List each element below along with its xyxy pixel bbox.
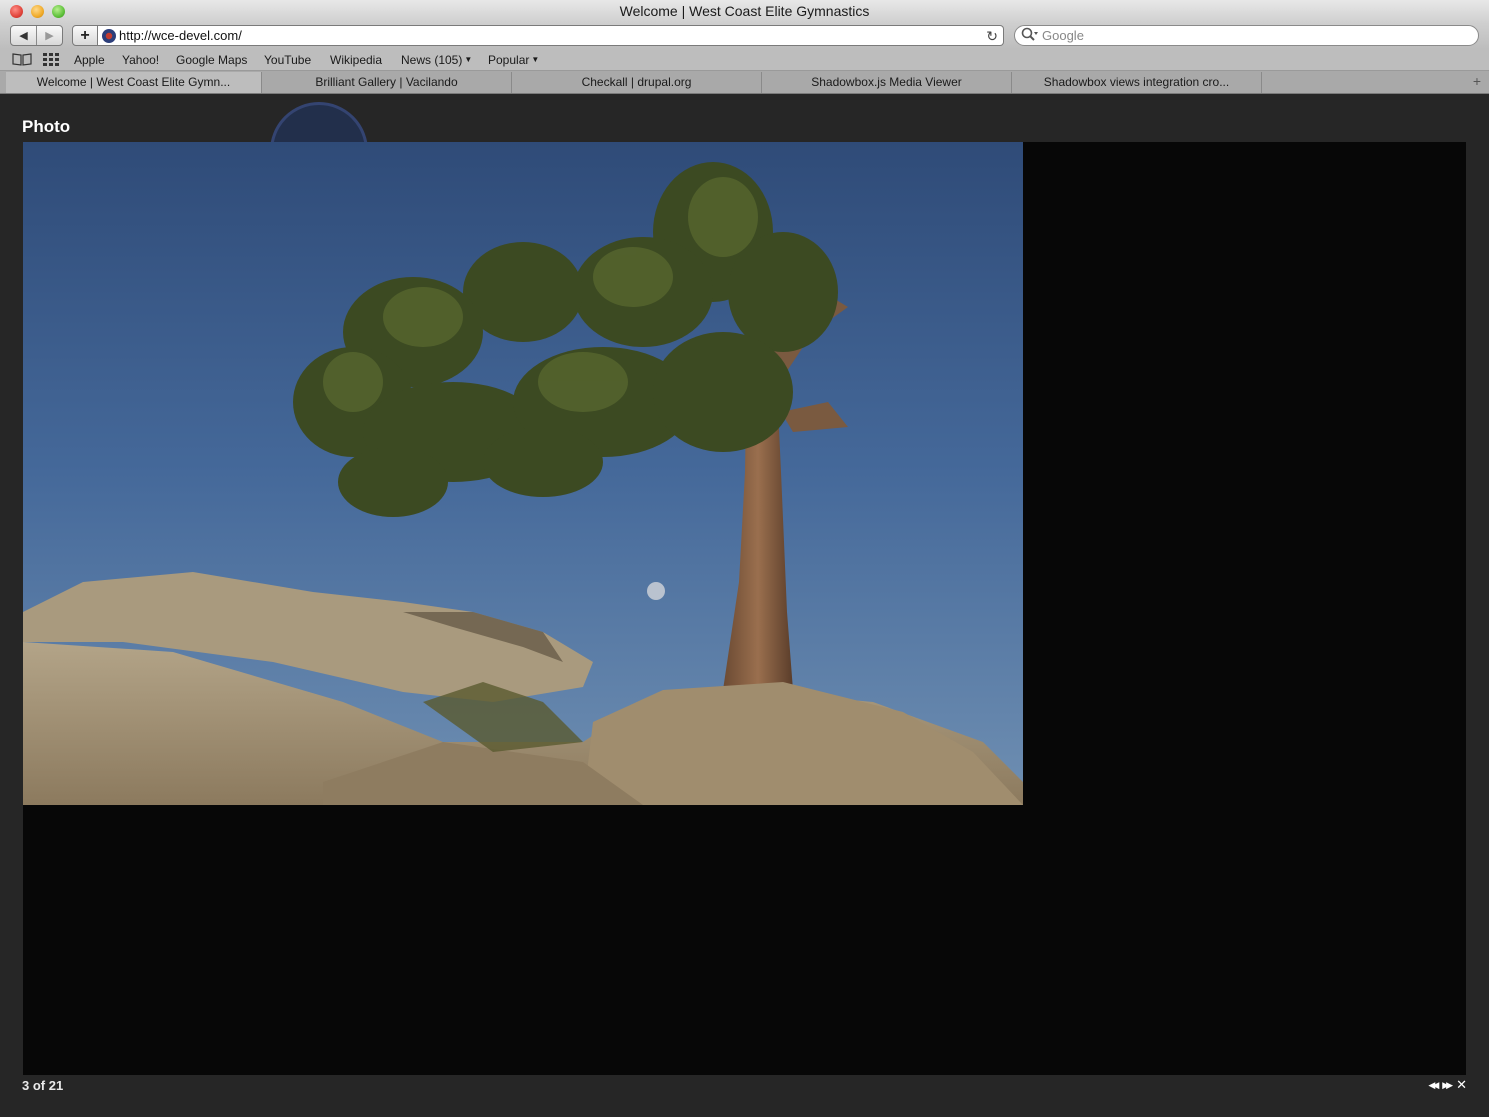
open-book-icon[interactable] xyxy=(12,52,32,69)
chevron-down-icon: ▼ xyxy=(531,55,540,64)
bookmark-popular-folder[interactable]: Popular ▼ xyxy=(488,52,539,68)
search-field[interactable]: Google xyxy=(1014,25,1479,46)
grid-icon[interactable] xyxy=(43,52,59,69)
bookmark-popular-label: Popular xyxy=(488,53,530,67)
shadowbox-controls: ◀◀ ▶▶ ✕ xyxy=(1428,1077,1467,1093)
close-icon[interactable]: ✕ xyxy=(1456,1077,1467,1093)
new-tab-icon[interactable]: + xyxy=(1473,73,1481,89)
browser-toolbar: ◀ ▶ + http://wce-devel.com/ ↻ Google xyxy=(0,23,1489,49)
page-content: Photo 3 of 21 ◀◀ ▶▶ ✕ xyxy=(0,94,1489,1117)
tab-label: Shadowbox views integration cro... xyxy=(1043,75,1230,89)
bookmark-youtube[interactable]: YouTube xyxy=(264,52,311,68)
tab-checkall[interactable]: Checkall | drupal.org xyxy=(512,72,762,93)
tab-label: Shadowbox.js Media Viewer xyxy=(811,75,962,89)
search-placeholder: Google xyxy=(1042,28,1084,43)
bookmark-wikipedia[interactable]: Wikipedia xyxy=(330,52,382,68)
add-bookmark-button[interactable]: + xyxy=(72,25,98,46)
shadowbox-viewer xyxy=(23,142,1466,1075)
minimize-window-button[interactable] xyxy=(31,5,44,18)
window-title: Welcome | West Coast Elite Gymnastics xyxy=(619,3,870,19)
address-bar[interactable]: http://wce-devel.com/ ↻ xyxy=(98,25,1004,46)
reload-icon[interactable]: ↻ xyxy=(986,26,998,46)
forward-button[interactable]: ▶ xyxy=(36,26,62,45)
forward-arrow-icon: ▶ xyxy=(45,30,54,42)
plus-icon: + xyxy=(80,26,90,44)
tab-brilliant-gallery[interactable]: Brilliant Gallery | Vacilando xyxy=(262,72,512,93)
gallery-photo[interactable] xyxy=(23,142,1023,805)
shadowbox-title: Photo xyxy=(22,117,71,136)
tab-label: Checkall | drupal.org xyxy=(581,75,692,89)
nav-buttons: ◀ ▶ xyxy=(10,25,63,46)
tab-bar: Welcome | West Coast Elite Gymn... Brill… xyxy=(0,71,1489,94)
next-icon[interactable]: ▶▶ xyxy=(1442,1077,1453,1093)
bookmarks-bar: Apple Yahoo! Google Maps YouTube Wikiped… xyxy=(0,49,1489,71)
shadowbox-counter: 3 of 21 xyxy=(22,1078,64,1093)
close-window-button[interactable] xyxy=(10,5,23,18)
bookmark-news-folder[interactable]: News (105) ▼ xyxy=(401,52,472,68)
tab-shadowbox-js[interactable]: Shadowbox.js Media Viewer xyxy=(762,72,1012,93)
tab-welcome[interactable]: Welcome | West Coast Elite Gymn... xyxy=(6,72,262,93)
bookmark-yahoo[interactable]: Yahoo! xyxy=(122,52,159,68)
back-arrow-icon: ◀ xyxy=(19,30,28,42)
top-sites-grid-icon xyxy=(43,53,59,66)
bookmark-google-maps[interactable]: Google Maps xyxy=(176,52,247,68)
window-titlebar: Welcome | West Coast Elite Gymnastics xyxy=(0,0,1489,23)
zoom-window-button[interactable] xyxy=(52,5,65,18)
back-button[interactable]: ◀ xyxy=(11,26,36,45)
bookmark-apple[interactable]: Apple xyxy=(74,52,105,68)
chevron-down-icon: ▼ xyxy=(464,55,473,64)
photo-tree-on-rocks xyxy=(23,142,1023,805)
tab-label: Welcome | West Coast Elite Gymn... xyxy=(36,75,231,89)
url-text[interactable]: http://wce-devel.com/ xyxy=(119,26,242,46)
search-icon xyxy=(1021,27,1039,46)
site-favicon-icon xyxy=(102,29,116,43)
previous-icon[interactable]: ◀◀ xyxy=(1428,1077,1439,1093)
tab-label: Brilliant Gallery | Vacilando xyxy=(315,75,458,89)
magnifier-icon xyxy=(1021,27,1038,41)
bookmark-news-label: News (105) xyxy=(401,53,463,67)
tab-shadowbox-views[interactable]: Shadowbox views integration cro... xyxy=(1012,72,1262,93)
reading-list-icon xyxy=(12,53,32,66)
